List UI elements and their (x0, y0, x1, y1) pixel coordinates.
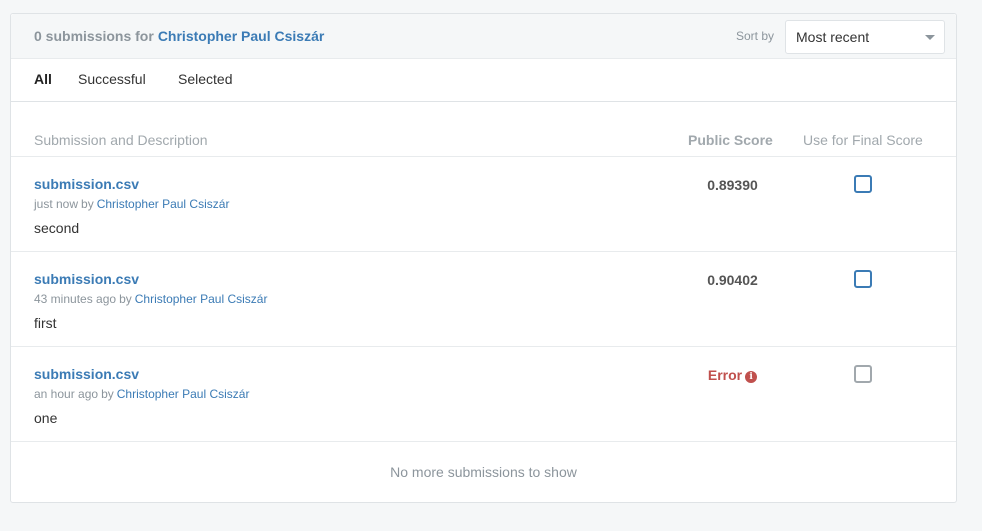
submission-by: by (119, 292, 132, 306)
submission-row: submission.csv an hour ago by Christopher … (11, 347, 956, 442)
submissions-count-title: 0 submissions for Christopher Paul Csiszá… (34, 28, 324, 44)
submission-row: submission.csv just now by Christopher Pau… (11, 157, 956, 252)
column-header-final-score: Use for Final Score (803, 132, 923, 148)
submission-time: an hour ago (34, 387, 99, 401)
submission-meta: 43 minutes ago by Christopher Paul Csiszár (34, 292, 267, 306)
final-score-checkbox (854, 365, 872, 383)
header-user-link[interactable]: Christopher Paul Csiszár (158, 28, 325, 44)
caret-down-icon (925, 35, 935, 40)
submission-meta: just now by Christopher Paul Csiszár (34, 197, 229, 211)
submission-row: submission.csv 43 minutes ago by Christoph… (11, 252, 956, 347)
final-score-checkbox[interactable] (854, 270, 872, 288)
submission-description: first (34, 315, 57, 331)
submission-time: just now (34, 197, 79, 211)
sort-dropdown[interactable]: Most recent (785, 20, 945, 54)
submission-meta: an hour ago by Christopher Paul Csiszár (34, 387, 249, 401)
public-score: 0.89390 (707, 177, 758, 193)
submissions-count-text: 0 submissions for (34, 28, 154, 44)
submissions-header: 0 submissions for Christopher Paul Csiszá… (11, 14, 956, 59)
submission-description: one (34, 410, 58, 426)
submission-file-link[interactable]: submission.csv (34, 271, 139, 287)
sort-label: Sort by (736, 29, 775, 43)
column-header-public-score: Public Score (688, 132, 773, 148)
sort-selected-value: Most recent (796, 29, 870, 45)
no-more-submissions-note: No more submissions to show (390, 464, 577, 480)
submission-file-link[interactable]: submission.csv (34, 176, 139, 192)
tab-all[interactable]: All (34, 71, 52, 87)
tab-successful[interactable]: Successful (78, 71, 146, 87)
submission-by: by (101, 387, 114, 401)
submission-file-link[interactable]: submission.csv (34, 366, 139, 382)
submission-by: by (81, 197, 94, 211)
public-score-error: Error i (676, 367, 789, 383)
error-label: Error (707, 367, 743, 383)
submission-description: second (34, 220, 80, 236)
row-divider (11, 441, 956, 442)
public-score: 0.90402 (707, 272, 758, 288)
tab-selected[interactable]: Selected (178, 71, 232, 87)
submission-author-link[interactable]: Christopher Paul Csiszár (117, 387, 250, 401)
filter-tabs: All Successful Selected (11, 59, 956, 102)
submission-author-link[interactable]: Christopher Paul Csiszár (135, 292, 268, 306)
submissions-panel: 0 submissions for Christopher Paul Csiszá… (10, 13, 957, 503)
info-circle-icon[interactable]: i (745, 371, 758, 383)
submission-time: 43 minutes ago (34, 292, 117, 306)
submission-author-link[interactable]: Christopher Paul Csiszár (97, 197, 230, 211)
final-score-checkbox[interactable] (854, 175, 872, 193)
column-header-submission: Submission and Description (34, 132, 208, 148)
